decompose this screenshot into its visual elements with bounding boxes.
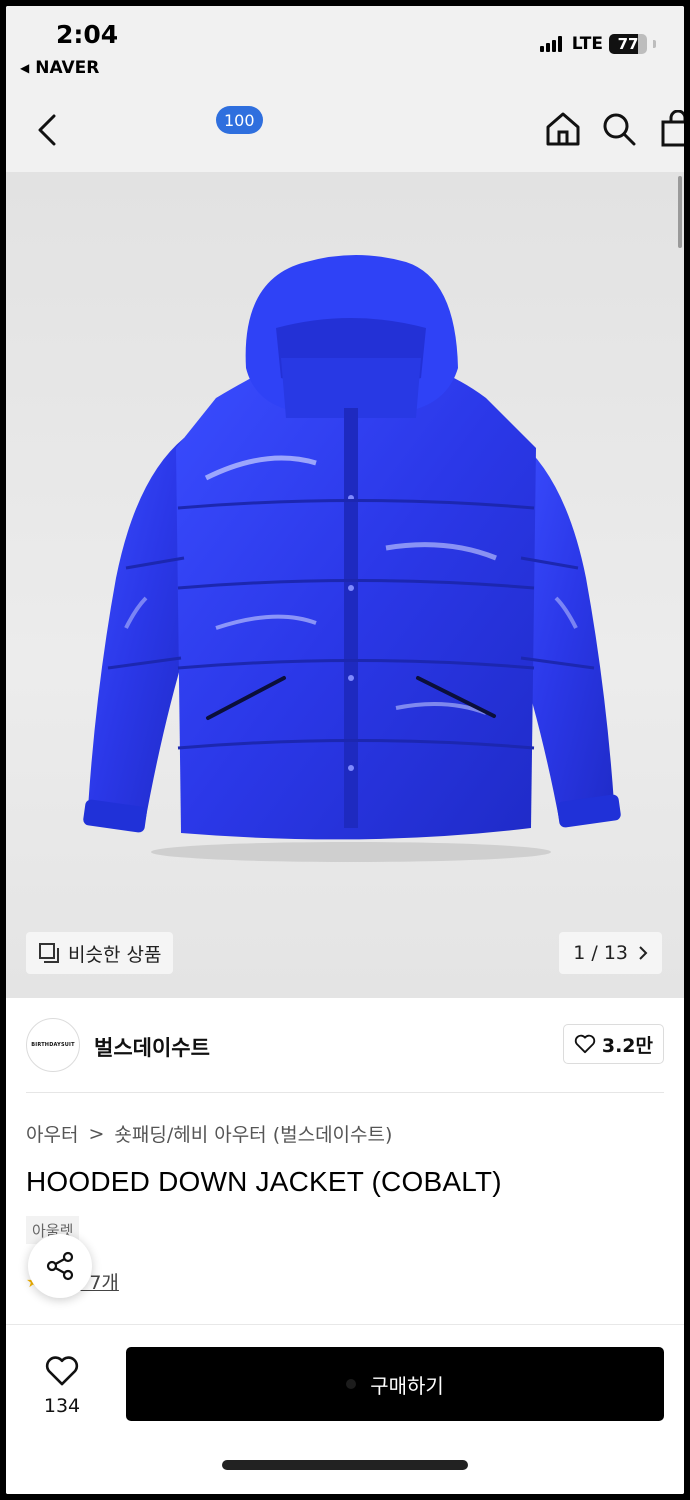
similar-products-icon — [39, 943, 59, 963]
buy-button[interactable]: 구매하기 — [126, 1347, 664, 1421]
share-button[interactable] — [28, 1234, 92, 1298]
buy-indicator-icon — [346, 1379, 357, 1389]
cart-icon[interactable] — [660, 110, 684, 148]
search-icon[interactable] — [600, 110, 638, 148]
battery-percent: 77 — [617, 35, 639, 53]
brand-row: BIRTHDAYSUIT 벌스데이수트 3.2만 — [6, 1010, 684, 1088]
wishlist-button[interactable]: 134 — [32, 1355, 92, 1417]
similar-products-button[interactable]: 비슷한 상품 — [26, 932, 174, 974]
breadcrumb-subcategory[interactable]: 숏패딩/헤비 아우터 (벌스데이수트) — [114, 1120, 392, 1147]
product-title: HOODED DOWN JACKET (COBALT) — [26, 1166, 502, 1197]
product-image — [83, 255, 621, 862]
network-label: LTE — [571, 34, 603, 54]
divider — [26, 1092, 664, 1093]
brand-like-count: 3.2만 — [601, 1034, 653, 1057]
brand-logo[interactable]: BIRTHDAYSUIT — [26, 1018, 80, 1072]
home-indicator[interactable] — [222, 1460, 468, 1470]
breadcrumb-category[interactable]: 아우터 — [26, 1120, 78, 1147]
status-time: 2:04 — [56, 20, 119, 49]
status-indicators: LTE 77 — [539, 34, 656, 54]
screen: 2:04 ◀ NAVER LTE 77 100 비슷한 상품 1 / 13 BI… — [6, 6, 684, 1494]
brand-logo-text: BIRTHDAYSUIT — [31, 1042, 75, 1048]
back-app-label: NAVER — [35, 58, 100, 78]
chevron-right-icon — [639, 946, 648, 960]
heart-icon — [574, 1034, 596, 1054]
image-pager-label: 1 / 13 — [573, 942, 628, 964]
breadcrumb-separator-icon: > — [88, 1122, 105, 1145]
cart-count-badge[interactable]: 100 — [216, 106, 263, 134]
brand-name[interactable]: 벌스데이수트 — [94, 1032, 210, 1062]
product-image-gallery[interactable]: 비슷한 상품 1 / 13 — [6, 172, 684, 998]
breadcrumb: 아우터 > 숏패딩/헤비 아우터 (벌스데이수트) — [26, 1120, 392, 1147]
home-icon[interactable] — [544, 110, 582, 148]
wishlist-count: 134 — [43, 1395, 81, 1417]
back-triangle-icon: ◀ — [20, 61, 30, 75]
image-pager-button[interactable]: 1 / 13 — [559, 932, 662, 974]
back-to-app-link[interactable]: ◀ NAVER — [20, 58, 99, 78]
signal-icon — [539, 36, 562, 52]
back-arrow-icon[interactable] — [32, 110, 62, 150]
battery-icon: 77 — [609, 34, 647, 54]
similar-products-label: 비슷한 상품 — [68, 943, 162, 966]
scroll-indicator[interactable] — [678, 176, 682, 248]
header-actions — [484, 102, 684, 154]
buy-button-label: 구매하기 — [370, 1373, 444, 1398]
heart-icon — [45, 1356, 79, 1386]
brand-like-button[interactable]: 3.2만 — [562, 1024, 664, 1064]
share-icon — [46, 1251, 74, 1281]
top-bar: 2:04 ◀ NAVER LTE 77 — [6, 6, 684, 172]
